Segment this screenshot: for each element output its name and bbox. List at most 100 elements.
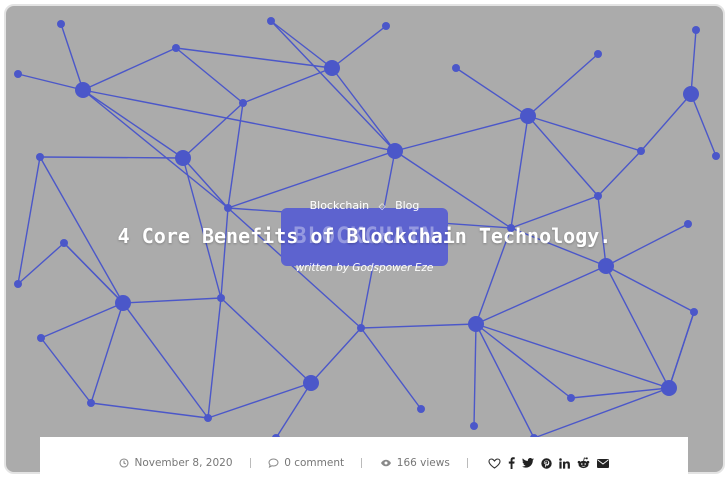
network-node bbox=[303, 375, 319, 391]
network-node bbox=[204, 414, 212, 422]
network-node bbox=[37, 334, 45, 342]
post-meta-bar: November 8, 2020 0 comment 166 views bbox=[40, 437, 688, 483]
network-link bbox=[668, 311, 695, 389]
network-link bbox=[640, 93, 692, 152]
network-node bbox=[690, 308, 698, 316]
eye-icon bbox=[380, 458, 392, 468]
post-views: 166 views bbox=[380, 457, 450, 469]
network-link bbox=[455, 67, 529, 117]
network-node bbox=[382, 22, 390, 30]
pinterest-icon[interactable] bbox=[540, 457, 552, 469]
reddit-icon[interactable] bbox=[577, 457, 590, 469]
network-link bbox=[220, 297, 312, 384]
share-icons bbox=[487, 457, 609, 469]
network-link bbox=[597, 150, 642, 197]
network-link bbox=[122, 297, 222, 304]
network-link bbox=[175, 47, 333, 69]
category-link[interactable]: Blockchain bbox=[310, 199, 370, 212]
network-link bbox=[360, 323, 477, 329]
meta-divider bbox=[249, 458, 251, 468]
views-text: 166 views bbox=[396, 457, 450, 469]
network-link bbox=[475, 323, 670, 389]
network-link bbox=[394, 115, 529, 152]
network-link bbox=[527, 53, 599, 117]
network-node bbox=[324, 60, 340, 76]
email-icon[interactable] bbox=[596, 458, 609, 468]
meta-divider bbox=[467, 458, 469, 468]
network-link bbox=[527, 115, 599, 197]
network-node bbox=[217, 294, 225, 302]
network-node bbox=[692, 26, 700, 34]
network-node bbox=[567, 394, 575, 402]
network-node bbox=[14, 280, 22, 288]
network-link bbox=[527, 115, 642, 152]
network-link bbox=[90, 302, 124, 404]
network-link bbox=[175, 47, 244, 104]
post-date: November 8, 2020 bbox=[119, 457, 233, 469]
category-link[interactable]: Blog bbox=[395, 199, 419, 212]
clock-icon bbox=[119, 458, 130, 468]
network-link bbox=[40, 302, 124, 339]
post-title: 4 Core Benefits of Blockchain Technology… bbox=[117, 224, 612, 248]
network-link bbox=[39, 156, 184, 159]
network-node bbox=[387, 143, 403, 159]
network-link bbox=[275, 382, 312, 439]
category-separator: ◇ bbox=[378, 202, 386, 212]
twitter-icon[interactable] bbox=[521, 458, 534, 468]
date-text: November 8, 2020 bbox=[134, 457, 233, 469]
network-link bbox=[207, 297, 222, 419]
network-link bbox=[242, 67, 333, 104]
network-node bbox=[468, 316, 484, 332]
network-link bbox=[90, 402, 209, 419]
network-link bbox=[473, 323, 477, 427]
network-node bbox=[452, 64, 460, 72]
linkedin-icon[interactable] bbox=[558, 457, 570, 469]
network-link bbox=[17, 73, 84, 91]
network-link bbox=[331, 67, 396, 152]
network-link bbox=[690, 29, 697, 95]
network-node bbox=[36, 153, 44, 161]
network-node bbox=[637, 147, 645, 155]
network-node bbox=[75, 82, 91, 98]
network-link bbox=[690, 93, 717, 157]
network-link bbox=[40, 337, 92, 404]
network-link bbox=[60, 23, 84, 91]
network-node bbox=[57, 20, 65, 28]
network-node bbox=[175, 150, 191, 166]
post-categories: Blockchain ◇ Blog bbox=[6, 199, 723, 212]
network-link bbox=[122, 302, 209, 419]
network-link bbox=[270, 20, 396, 152]
post-comments[interactable]: 0 comment bbox=[268, 457, 344, 469]
network-link bbox=[475, 265, 607, 325]
network-node bbox=[712, 152, 720, 160]
post-hero: BLOCKCHAIN Blockchain ◇ Blog 4 Core Bene… bbox=[4, 4, 725, 474]
network-node bbox=[661, 380, 677, 396]
network-link bbox=[82, 89, 229, 209]
network-link bbox=[220, 207, 229, 299]
network-link bbox=[331, 25, 387, 69]
network-node bbox=[14, 70, 22, 78]
post-author: written by Godspower Eze bbox=[295, 262, 434, 274]
network-link bbox=[207, 382, 312, 419]
comment-icon bbox=[268, 458, 279, 468]
network-link bbox=[475, 323, 535, 439]
facebook-icon[interactable] bbox=[508, 457, 515, 469]
network-node bbox=[594, 50, 602, 58]
network-node bbox=[520, 108, 536, 124]
heart-icon[interactable] bbox=[487, 457, 501, 469]
network-node bbox=[87, 399, 95, 407]
network-node bbox=[683, 86, 699, 102]
network-node bbox=[115, 295, 131, 311]
network-node bbox=[239, 99, 247, 107]
meta-divider bbox=[361, 458, 363, 468]
comments-text: 0 comment bbox=[284, 457, 345, 469]
network-link bbox=[360, 327, 422, 410]
network-node bbox=[417, 405, 425, 413]
network-node bbox=[470, 422, 478, 430]
network-link bbox=[82, 47, 177, 91]
network-node bbox=[172, 44, 180, 52]
network-node bbox=[267, 17, 275, 25]
network-link bbox=[475, 323, 572, 399]
network-link bbox=[310, 327, 362, 384]
post-meta: November 8, 2020 0 comment 166 views bbox=[40, 457, 688, 469]
